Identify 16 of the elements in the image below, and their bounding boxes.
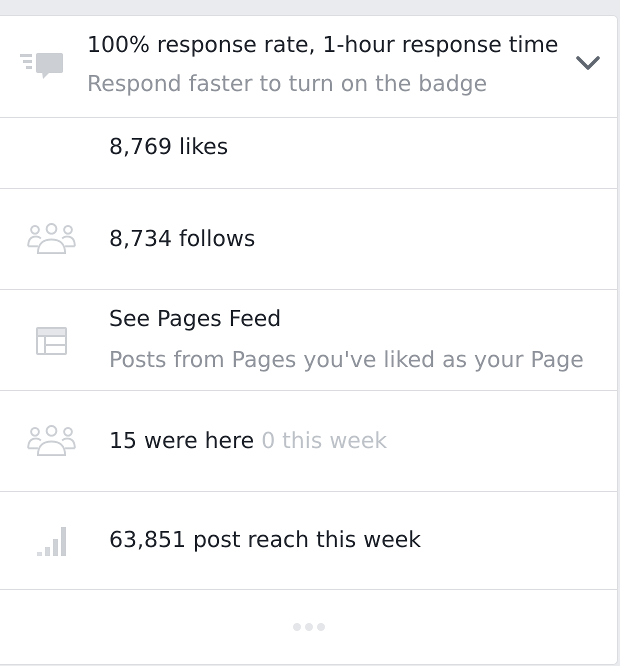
people-icon <box>27 425 76 458</box>
more-dots-icon[interactable] <box>292 623 324 631</box>
likes-count-text: 8,769 likes <box>109 134 228 162</box>
pages-feed-link[interactable]: See Pages Feed <box>109 305 282 335</box>
follows-count-text: 8,734 follows <box>109 226 256 254</box>
chevron-icon[interactable] <box>576 56 600 70</box>
checkins-count-text: 15 were here <box>109 428 254 456</box>
people-icon <box>27 223 76 256</box>
weekly-checkins-text: 0 this week <box>261 428 388 456</box>
response-rate-text: 100% response rate, 1-hour response time <box>87 32 560 60</box>
pages-feed-description: Posts from Pages you've liked as your Page <box>109 347 585 375</box>
bar-chart-icon <box>37 526 66 556</box>
speech-bubble-icon <box>20 52 63 78</box>
badge-hint-text: Respond faster to turn on the badge <box>87 71 488 99</box>
list-icon <box>36 326 67 354</box>
post-reach-text: 63,851 post reach this week <box>109 527 422 555</box>
